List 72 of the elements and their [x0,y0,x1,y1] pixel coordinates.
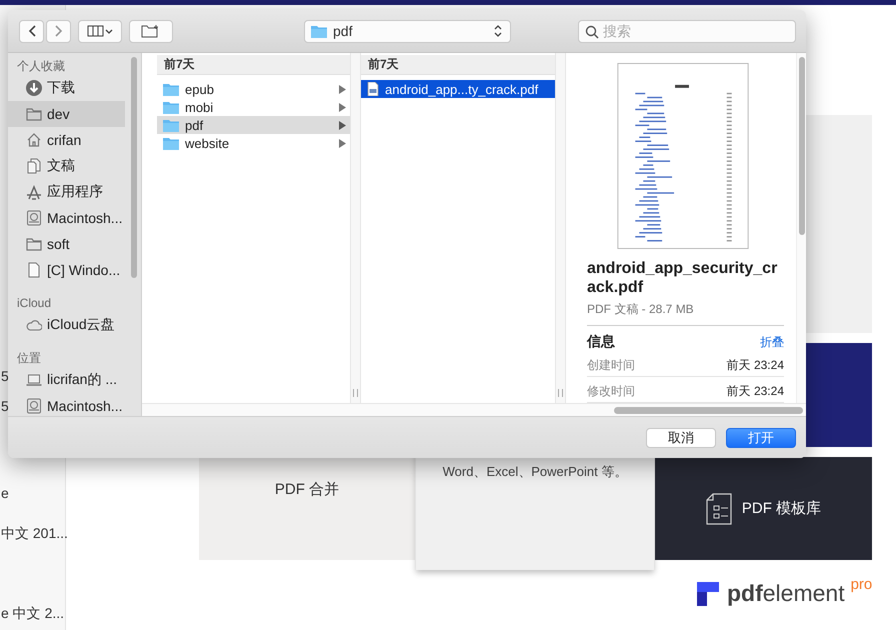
sidebar-item[interactable]: crifan [8,127,125,153]
sidebar-item[interactable]: Macintosh... [8,205,125,231]
folder-icon [163,100,179,114]
resize-handle[interactable] [558,389,563,397]
file-row[interactable]: website [157,134,350,152]
new-folder-button[interactable] [129,20,173,42]
download-icon [26,80,42,96]
file-name: android_app_security_crack.pdf [587,259,778,297]
sidebar-item[interactable]: dev [8,101,125,127]
updown-arrows-icon [494,24,502,38]
back-button[interactable] [19,20,44,42]
collapse-link[interactable]: 折叠 [760,334,784,351]
info-value: 前天 23:24 [726,357,784,374]
file-row[interactable]: pdf [157,116,350,134]
cloud-icon [26,317,42,333]
file-row[interactable]: epub [157,80,350,98]
section-header: 个人收藏 [16,58,66,75]
search-field[interactable]: 搜索 [578,20,796,42]
folder-icon [26,106,42,122]
folder-icon [26,236,42,252]
cancel-button[interactable]: 取消 [646,428,716,448]
sidebar-item[interactable]: e 中文 2... [1,603,65,623]
chevron-right-icon [54,25,62,37]
scrollbar[interactable] [131,57,137,278]
laptop-icon [26,372,42,388]
feature-card[interactable]: PDF 模板库 [655,457,872,560]
hard-drive-icon [26,210,42,226]
folder-icon [163,118,179,132]
documents-icon [26,158,42,174]
section-header: 位置 [16,350,42,367]
sidebar-item[interactable]: 下载 [8,75,125,101]
info-value: 前天 23:24 [726,383,784,400]
card-label: PDF 模板库 [742,499,822,518]
info-title: 信息 [587,333,615,351]
logo-icon [697,582,721,606]
file-kind-size: PDF 文稿 - 28.7 MB [587,301,784,326]
section-header: iCloud [16,295,52,312]
scrollbar[interactable] [614,406,803,414]
file-icon [26,262,42,278]
sidebar-item[interactable]: iCloud云盘 [8,312,125,338]
file-row[interactable]: android_app...ty_crack.pdf [361,80,555,98]
info-label: 修改时间 [587,383,635,400]
folder-icon [163,136,179,150]
sidebar-item[interactable]: 中文 201... [1,523,65,543]
resize-handle[interactable] [353,389,358,397]
logo-superscript: pro [850,576,872,593]
sidebar-item[interactable]: 应用程序 [8,179,125,205]
pdf-file-icon [367,82,379,96]
house-icon [26,132,42,148]
path-dropdown[interactable]: pdf [304,20,511,42]
sidebar-item[interactable]: 文稿 [8,153,125,179]
column-header: 前7天 [157,55,350,75]
card-label: Word、Excel、PowerPoint 等。 [442,463,628,481]
applications-icon [26,184,42,200]
scrollbar[interactable] [799,57,805,235]
view-button[interactable] [78,20,122,42]
logo-text: pdfelement [727,580,845,606]
sidebar-item[interactable]: [C] Windo... [8,257,125,283]
info-label: 创建时间 [587,357,635,374]
new-folder-icon [141,24,161,38]
sidebar-item[interactable]: Macintosh... [8,393,125,419]
folder-icon [163,82,179,96]
sidebar-item[interactable]: licrifan的 ... [8,367,125,393]
card-label: PDF 合并 [274,480,340,499]
template-icon [706,492,732,524]
columns-icon [87,25,113,37]
column-header: 前7天 [361,55,555,75]
folder-icon [311,24,327,38]
sidebar-item[interactable]: soft [8,231,125,257]
chevron-left-icon [28,25,36,37]
file-row[interactable]: mobi [157,98,350,116]
sidebar-item[interactable]: e [1,483,65,503]
